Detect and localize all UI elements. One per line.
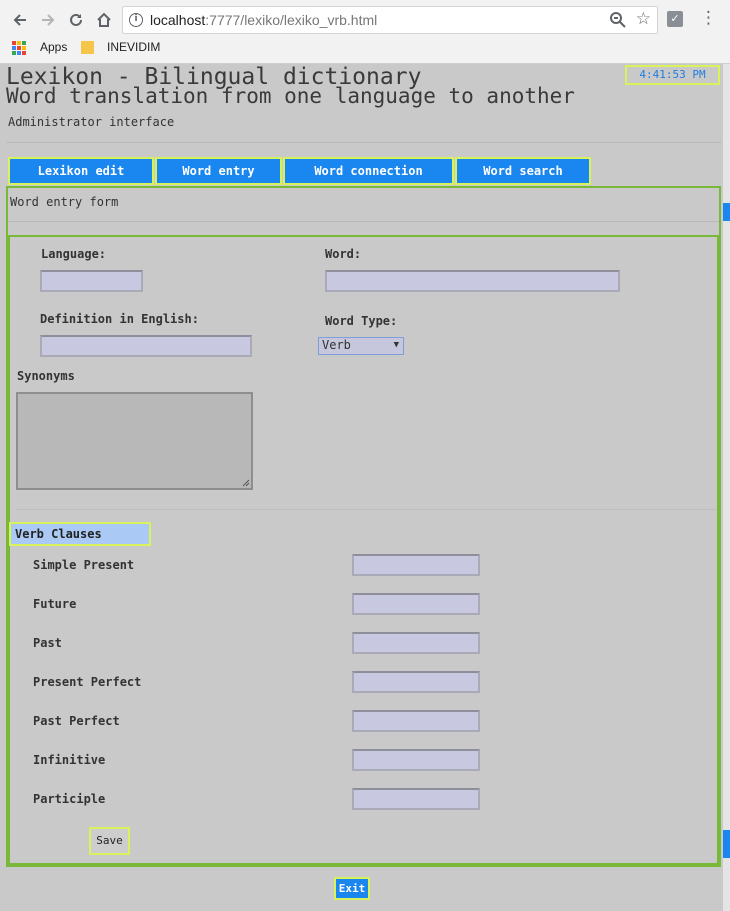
forward-icon[interactable] (37, 9, 59, 31)
synonyms-label: Synonyms (17, 369, 75, 383)
apps-dot (17, 51, 21, 55)
definition-label: Definition in English: (40, 312, 199, 326)
apps-dot (22, 46, 26, 50)
synonyms-textarea[interactable] (16, 392, 253, 490)
clause-label-present-perfect: Present Perfect (33, 675, 142, 689)
tab-lexikon-edit[interactable]: Lexikon edit (8, 157, 154, 185)
apps-dot (12, 51, 16, 55)
clause-input-past[interactable] (352, 632, 480, 654)
background-window-strip (723, 203, 730, 221)
divider (16, 509, 717, 510)
background-window-edge (723, 64, 730, 911)
divider (6, 142, 721, 143)
extension-icon[interactable]: ✓ (667, 11, 683, 27)
home-icon[interactable] (93, 9, 115, 31)
browser-chrome: i localhost:7777/lexiko/lexiko_vrb.html … (0, 0, 730, 64)
clause-input-present-perfect[interactable] (352, 671, 480, 693)
bookmark-star-icon[interactable]: ☆ (636, 9, 651, 29)
reload-icon[interactable] (65, 9, 87, 31)
language-input[interactable] (40, 270, 143, 292)
clause-input-infinitive[interactable] (352, 749, 480, 771)
site-info-icon[interactable]: i (129, 13, 143, 27)
dropdown-arrow-icon: ▼ (393, 340, 399, 350)
apps-icon[interactable] (12, 41, 26, 55)
save-button[interactable]: Save (89, 827, 130, 855)
url-text[interactable]: localhost:7777/lexiko/lexiko_vrb.html (150, 12, 377, 28)
tab-word-search[interactable]: Word search (455, 157, 591, 185)
form-caption: Word entry form (10, 195, 119, 209)
clause-input-simple-present[interactable] (352, 554, 480, 576)
zoom-icon[interactable] (609, 11, 627, 29)
language-label: Language: (41, 247, 107, 261)
apps-dot (17, 46, 21, 50)
folder-icon (81, 41, 94, 54)
apps-dot (12, 46, 16, 50)
word-input[interactable] (325, 270, 620, 292)
word-type-select[interactable]: Verb ▼ (318, 337, 404, 355)
clause-label-participle: Participle (33, 792, 106, 806)
page-subtitle: Word translation from one language to an… (6, 84, 575, 108)
word-type-value: Verb (322, 338, 351, 352)
browser-menu-icon[interactable]: ⋮ (700, 8, 717, 30)
verb-clauses-header: Verb Clauses (9, 522, 151, 546)
clause-label-past-perfect: Past Perfect (33, 714, 120, 728)
exit-button[interactable]: Exit (334, 877, 370, 900)
clause-label-past: Past (33, 636, 62, 650)
tab-word-entry[interactable]: Word entry (155, 157, 282, 185)
bookmark-inevidim[interactable]: INEVIDIM (107, 40, 160, 54)
clause-input-future[interactable] (352, 593, 480, 615)
tab-word-connection[interactable]: Word connection (283, 157, 454, 185)
address-bar[interactable]: i localhost:7777/lexiko/lexiko_vrb.html … (122, 6, 658, 34)
apps-dot (22, 41, 26, 45)
divider (8, 221, 719, 222)
clause-label-infinitive: Infinitive (33, 753, 106, 767)
bookmarks-bar: Apps INEVIDIM (0, 38, 730, 60)
clause-label-simple-present: Simple Present (33, 558, 135, 572)
bookmark-apps[interactable]: Apps (40, 40, 67, 54)
word-label: Word: (325, 247, 362, 261)
definition-input[interactable] (40, 335, 252, 357)
admin-caption: Administrator interface (8, 115, 175, 129)
apps-dot (12, 41, 16, 45)
resize-grip-icon[interactable] (242, 479, 250, 487)
apps-dot (17, 41, 21, 45)
back-icon[interactable] (9, 9, 31, 31)
apps-dot (22, 51, 26, 55)
background-window-strip (723, 830, 730, 858)
clause-input-participle[interactable] (352, 788, 480, 810)
clause-label-future: Future (33, 597, 77, 611)
clock: 4:41:53 PM (625, 65, 720, 85)
word-type-label: Word Type: (325, 314, 398, 328)
clause-input-past-perfect[interactable] (352, 710, 480, 732)
